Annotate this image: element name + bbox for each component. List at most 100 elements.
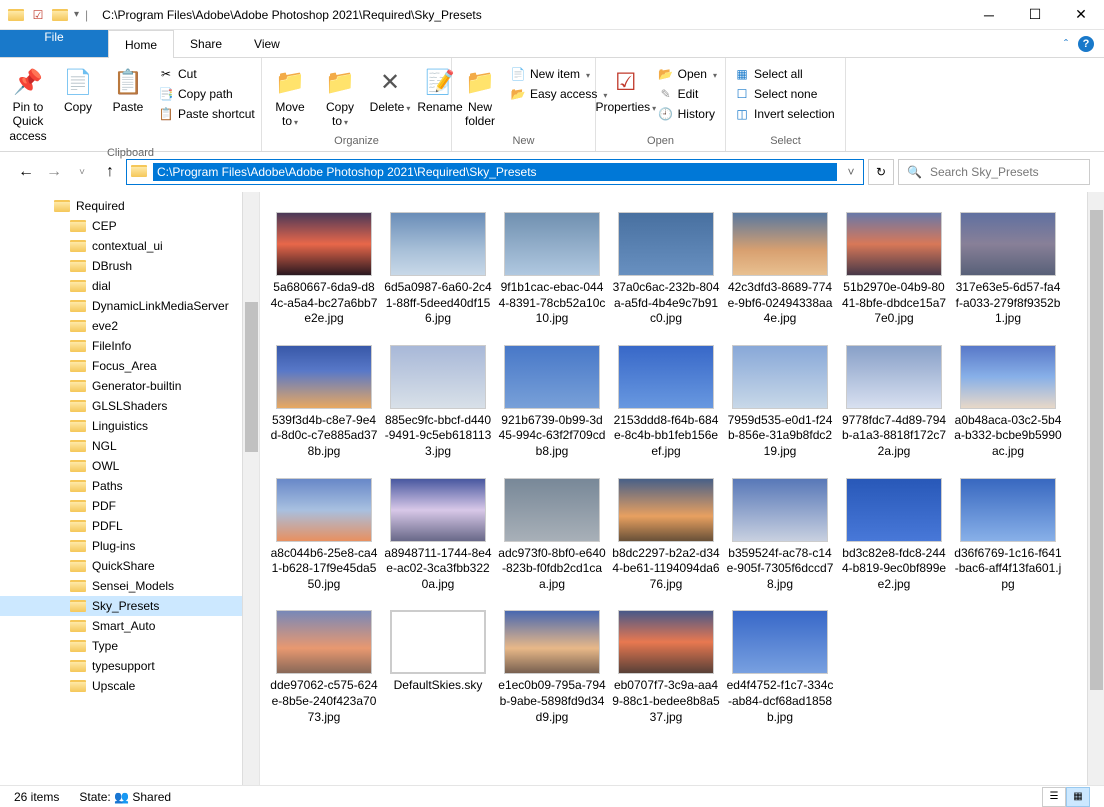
tree-scrollbar[interactable] xyxy=(242,192,259,785)
copy-path-icon: 📑 xyxy=(158,86,174,102)
copy-path-button[interactable]: 📑Copy path xyxy=(154,84,259,104)
file-item[interactable]: 317e63e5-6d57-fa4f-a033-279f8f9352b1.jpg xyxy=(954,212,1062,327)
tree-item[interactable]: CEP xyxy=(0,216,259,236)
tree-item[interactable]: DynamicLinkMediaServer xyxy=(0,296,259,316)
file-thumbnail xyxy=(390,478,486,542)
up-button[interactable]: ↑ xyxy=(98,160,122,184)
file-item[interactable]: 885ec9fc-bbcf-d440-9491-9c5eb6181133.jpg xyxy=(384,345,492,460)
file-item[interactable]: adc973f0-8bf0-e640-823b-f0fdb2cd1caa.jpg xyxy=(498,478,606,593)
tree-item[interactable]: Paths xyxy=(0,476,259,496)
history-button[interactable]: 🕘History xyxy=(654,104,721,124)
file-item[interactable]: 9778fdc7-4d89-794b-a1a3-8818f172c72a.jpg xyxy=(840,345,948,460)
back-button[interactable]: ← xyxy=(14,160,38,184)
search-input[interactable]: 🔍 Search Sky_Presets xyxy=(898,159,1090,185)
tree-item[interactable]: NGL xyxy=(0,436,259,456)
tree-item[interactable]: Upscale xyxy=(0,676,259,696)
tree-item[interactable]: Sensei_Models xyxy=(0,576,259,596)
forward-button[interactable]: → xyxy=(42,160,66,184)
file-item[interactable]: 9f1b1cac-ebac-0444-8391-78cb52a10c10.jpg xyxy=(498,212,606,327)
maximize-button[interactable]: ☐ xyxy=(1012,0,1058,30)
tree-item[interactable]: GLSLShaders xyxy=(0,396,259,416)
icons-view-button[interactable]: ▦ xyxy=(1066,787,1090,807)
tree-item-root[interactable]: Required xyxy=(0,196,259,216)
tree-item[interactable]: Sky_Presets xyxy=(0,596,259,616)
tree-item[interactable]: Generator-builtin xyxy=(0,376,259,396)
refresh-button[interactable]: ↻ xyxy=(868,159,894,185)
details-view-button[interactable]: ☰ xyxy=(1042,787,1066,807)
close-button[interactable]: ✕ xyxy=(1058,0,1104,30)
file-pane[interactable]: 5a680667-6da9-d84c-a5a4-bc27a6bb7e2e.jpg… xyxy=(260,192,1104,785)
qat-dropdown-icon[interactable]: ▾ xyxy=(74,9,79,20)
invert-selection-button[interactable]: ◫Invert selection xyxy=(730,104,839,124)
copy-button[interactable]: 📄 Copy xyxy=(54,64,102,116)
file-item[interactable]: bd3c82e8-fdc8-2444-b819-9ec0bf899ee2.jpg xyxy=(840,478,948,593)
tree-item[interactable]: eve2 xyxy=(0,316,259,336)
help-icon[interactable]: ? xyxy=(1078,36,1094,52)
file-item[interactable]: 2153ddd8-f64b-684e-8c4b-bb1feb156eef.jpg xyxy=(612,345,720,460)
tree-view[interactable]: RequiredCEPcontextual_uiDBrushdialDynami… xyxy=(0,192,260,785)
tab-file[interactable]: File xyxy=(0,30,108,57)
properties-button[interactable]: ☑ Properties xyxy=(600,64,652,116)
file-item[interactable]: 539f3d4b-c8e7-9e4d-8d0c-c7e885ad378b.jpg xyxy=(270,345,378,460)
minimize-button[interactable]: ─ xyxy=(966,0,1012,30)
cut-button[interactable]: ✂Cut xyxy=(154,64,259,84)
file-item[interactable]: eb0707f7-3c9a-aa49-88c1-bedee8b8a537.jpg xyxy=(612,610,720,725)
tree-item[interactable]: FileInfo xyxy=(0,336,259,356)
new-folder-button[interactable]: 📁 New folder xyxy=(456,64,504,130)
collapse-ribbon-icon[interactable]: ˆ xyxy=(1064,37,1068,51)
tree-item[interactable]: typesupport xyxy=(0,656,259,676)
file-item[interactable]: DefaultSkies.sky xyxy=(384,610,492,725)
tree-item[interactable]: Smart_Auto xyxy=(0,616,259,636)
tree-item[interactable]: PDFL xyxy=(0,516,259,536)
file-item[interactable]: 51b2970e-04b9-8041-8bfe-dbdce15a77e0.jpg xyxy=(840,212,948,327)
tab-view[interactable]: View xyxy=(238,30,296,57)
file-item[interactable]: 6d5a0987-6a60-2c41-88ff-5deed40df156.jpg xyxy=(384,212,492,327)
move-to-button[interactable]: 📁 Move to xyxy=(266,64,314,130)
file-item[interactable]: b8dc2297-b2a2-d344-be61-1194094da676.jpg xyxy=(612,478,720,593)
file-item[interactable]: b359524f-ac78-c14e-905f-7305f6dccd78.jpg xyxy=(726,478,834,593)
ribbon: 📌 Pin to Quick access 📄 Copy 📋 Paste ✂Cu… xyxy=(0,58,1104,152)
file-item[interactable]: ed4f4752-f1c7-334c-ab84-dcf68ad1858b.jpg xyxy=(726,610,834,725)
file-item[interactable]: 5a680667-6da9-d84c-a5a4-bc27a6bb7e2e.jpg xyxy=(270,212,378,327)
select-none-button[interactable]: ☐Select none xyxy=(730,84,839,104)
tree-item[interactable]: Focus_Area xyxy=(0,356,259,376)
paste-shortcut-button[interactable]: 📋Paste shortcut xyxy=(154,104,259,124)
edit-button[interactable]: ✎Edit xyxy=(654,84,721,104)
pin-button[interactable]: 📌 Pin to Quick access xyxy=(4,64,52,145)
copy-to-button[interactable]: 📁 Copy to xyxy=(316,64,364,130)
file-item[interactable]: 7959d535-e0d1-f24b-856e-31a9b8fdc219.jpg xyxy=(726,345,834,460)
file-scrollbar[interactable] xyxy=(1087,192,1104,785)
file-item[interactable]: d36f6769-1c16-f641-bac6-aff4f13fa601.jpg xyxy=(954,478,1062,593)
recent-dropdown[interactable]: ˅ xyxy=(70,160,94,184)
file-name: 37a0c6ac-232b-804a-a5fd-4b4e9c7b91c0.jpg xyxy=(612,276,720,327)
tree-item[interactable]: DBrush xyxy=(0,256,259,276)
tree-item[interactable]: Plug-ins xyxy=(0,536,259,556)
file-item[interactable]: a8948711-1744-8e4e-ac02-3ca3fbb3220a.jpg xyxy=(384,478,492,593)
paste-button[interactable]: 📋 Paste xyxy=(104,64,152,116)
tree-item[interactable]: OWL xyxy=(0,456,259,476)
tree-item[interactable]: QuickShare xyxy=(0,556,259,576)
address-path[interactable]: C:\Program Files\Adobe\Adobe Photoshop 2… xyxy=(153,163,837,181)
properties-icon[interactable]: ☑ xyxy=(30,7,46,23)
tree-item[interactable]: dial xyxy=(0,276,259,296)
file-item[interactable]: 921b6739-0b99-3d45-994c-63f2f709cdb8.jpg xyxy=(498,345,606,460)
open-button[interactable]: 📂Open xyxy=(654,64,721,84)
tab-share[interactable]: Share xyxy=(174,30,238,57)
address-input[interactable]: C:\Program Files\Adobe\Adobe Photoshop 2… xyxy=(126,159,864,185)
tab-home[interactable]: Home xyxy=(108,30,174,58)
file-item[interactable]: 37a0c6ac-232b-804a-a5fd-4b4e9c7b91c0.jpg xyxy=(612,212,720,327)
tree-item[interactable]: contextual_ui xyxy=(0,236,259,256)
tree-item[interactable]: Linguistics xyxy=(0,416,259,436)
tree-item[interactable]: Type xyxy=(0,636,259,656)
select-all-button[interactable]: ▦Select all xyxy=(730,64,839,84)
file-item[interactable]: dde97062-c575-624e-8b5e-240f423a7073.jpg xyxy=(270,610,378,725)
file-item[interactable]: a0b48aca-03c2-5b4a-b332-bcbe9b5990ac.jpg xyxy=(954,345,1062,460)
delete-button[interactable]: ✕ Delete xyxy=(366,64,414,116)
folder-icon xyxy=(70,680,86,692)
folder-icon[interactable] xyxy=(52,7,68,23)
tree-item[interactable]: PDF xyxy=(0,496,259,516)
address-dropdown-icon[interactable]: ˅ xyxy=(839,165,863,179)
file-item[interactable]: e1ec0b09-795a-794b-9abe-5898fd9d34d9.jpg xyxy=(498,610,606,725)
file-item[interactable]: 42c3dfd3-8689-774e-9bf6-02494338aa4e.jpg xyxy=(726,212,834,327)
file-item[interactable]: a8c044b6-25e8-ca41-b628-17f9e45da550.jpg xyxy=(270,478,378,593)
